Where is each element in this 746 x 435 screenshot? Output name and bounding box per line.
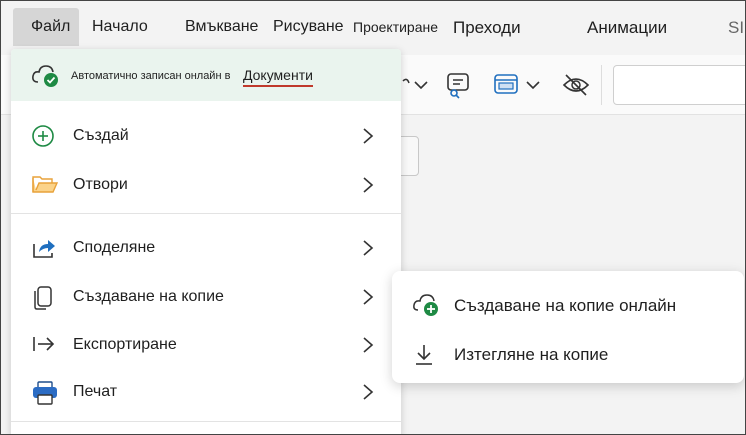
tab-home[interactable]: Начало — [92, 18, 148, 36]
printer-icon — [31, 380, 57, 405]
tab-draw[interactable]: Рисуване — [273, 18, 344, 36]
autosave-banner: Автоматично записан онлайн в Документи — [11, 49, 401, 101]
layout-dropdown-icon[interactable] — [493, 69, 547, 101]
chevron-right-icon — [361, 126, 375, 151]
menu-item-open[interactable]: Отвори — [11, 163, 401, 207]
submenu-item-save-copy-online[interactable]: Създаване на копие онлайн — [392, 281, 744, 329]
cloud-add-icon — [412, 293, 440, 324]
menu-item-save-copy[interactable]: Създаване на копие — [11, 275, 401, 319]
plus-circle-icon — [31, 124, 57, 148]
menu-divider — [11, 421, 401, 422]
toolbar-search-box[interactable] — [613, 65, 745, 105]
comment-search-icon[interactable] — [445, 69, 473, 101]
save-copy-submenu: Създаване на копие онлайн Изтегляне на к… — [392, 271, 744, 383]
menu-item-label: Създай — [73, 127, 129, 144]
menu-item-label: Споделяне — [73, 239, 156, 256]
tab-file[interactable]: Файл — [13, 8, 79, 46]
menu-item-share[interactable]: Споделяне — [11, 226, 401, 270]
menu-item-print[interactable]: Печат — [11, 370, 401, 414]
copy-icon — [31, 285, 57, 310]
menu-item-label: Създаване на копие — [73, 288, 224, 305]
autosave-location-link[interactable]: Документи — [243, 67, 313, 87]
autosave-text: Автоматично записан онлайн в — [71, 70, 231, 82]
menu-item-label: Печат — [73, 383, 118, 400]
file-menu: Автоматично записан онлайн в Документи С… — [11, 49, 401, 434]
tab-transitions[interactable]: Преходи — [453, 18, 521, 38]
menu-divider — [11, 213, 401, 214]
tab-slideshow-truncated[interactable]: SI — [728, 18, 744, 38]
tab-design[interactable]: Проектиране — [353, 19, 438, 35]
submenu-item-download-copy[interactable]: Изтегляне на копие — [392, 330, 744, 378]
app-window: Файл Начало Вмъкване Рисуване Проектиран… — [0, 0, 746, 435]
download-icon — [412, 342, 438, 373]
menu-item-label: Отвори — [73, 176, 128, 193]
submenu-item-label: Създаване на копие онлайн — [454, 296, 677, 315]
toolbar-divider — [601, 65, 602, 105]
chevron-right-icon — [361, 335, 375, 360]
chevron-right-icon — [361, 287, 375, 312]
menu-item-export[interactable]: Експортиране — [11, 323, 401, 367]
chevron-right-icon — [361, 175, 375, 200]
tab-insert[interactable]: Вмъкване — [185, 18, 258, 36]
hide-eye-icon[interactable] — [561, 69, 591, 101]
cloud-check-icon — [31, 63, 61, 94]
tab-animations[interactable]: Анимации — [587, 18, 667, 38]
ribbon-tabs: Файл Начало Вмъкване Рисуване Проектиран… — [1, 1, 745, 53]
chevron-right-icon — [361, 382, 375, 407]
export-icon — [31, 333, 57, 357]
dropdown-chevron-icon[interactable] — [401, 69, 431, 101]
menu-item-new[interactable]: Създай — [11, 114, 401, 158]
submenu-item-label: Изтегляне на копие — [454, 345, 609, 364]
folder-icon — [31, 173, 59, 197]
share-icon — [31, 236, 57, 260]
chevron-right-icon — [361, 238, 375, 263]
menu-item-label: Експортиране — [73, 336, 177, 353]
